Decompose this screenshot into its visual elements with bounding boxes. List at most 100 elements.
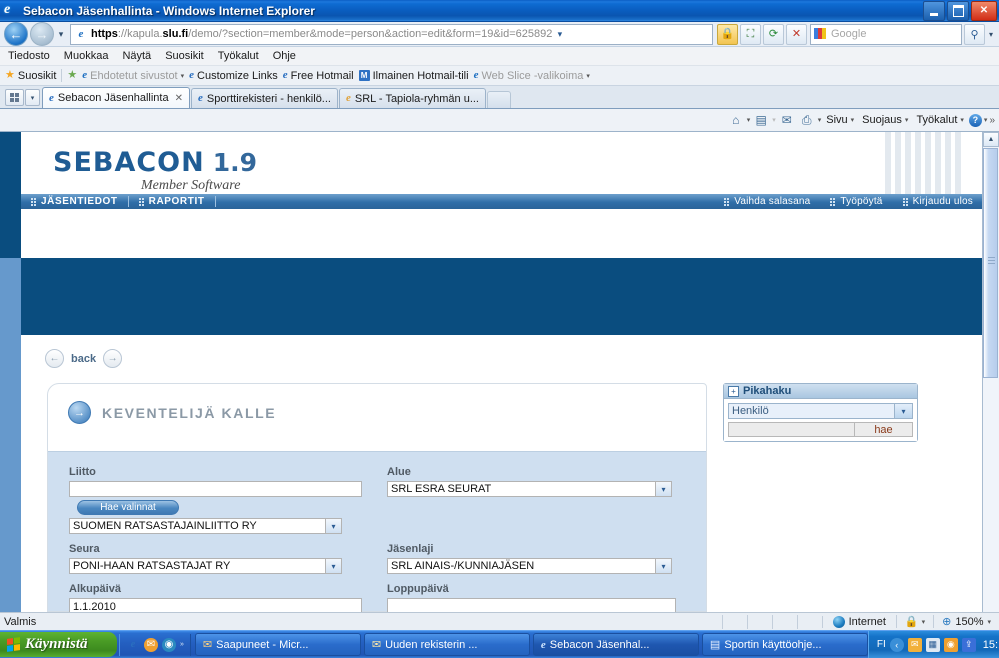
media-icon[interactable]: ◉	[162, 637, 176, 652]
restore-button[interactable]	[947, 1, 969, 21]
start-button[interactable]: Käynnistä	[0, 632, 117, 657]
chevron-down-icon[interactable]: ▾	[655, 559, 671, 573]
menu-item-tyokalut[interactable]: Työkalut	[218, 50, 259, 62]
person-panel: → KEVENTELIJÄ KALLE Liitto Hae valinnat …	[47, 383, 707, 612]
menu-item-suosikit[interactable]: Suosikit	[165, 50, 204, 62]
ie-icon: e	[473, 69, 479, 81]
seura-select[interactable]: PONI-HAAN RATSASTAJAT RY ▾	[69, 558, 342, 574]
back-prev-icon[interactable]: ←	[45, 349, 64, 368]
back-next-icon[interactable]: →	[103, 349, 123, 368]
quick-launch-overflow-icon[interactable]: »	[180, 641, 184, 648]
fav-item-ilmainen-hotmail[interactable]: M Ilmainen Hotmail-tili	[358, 70, 469, 82]
print-icon[interactable]: ⎙	[798, 111, 816, 129]
nav-item-raportit[interactable]: RAPORTIT	[129, 196, 215, 207]
compatibility-icon[interactable]: ⛶	[740, 23, 761, 45]
search-go-icon[interactable]: ⚲	[964, 23, 985, 45]
overflow-icon[interactable]: »	[989, 115, 995, 126]
address-dropdown-caret[interactable]: ▾	[552, 29, 567, 40]
loppupaiva-input[interactable]	[387, 598, 676, 612]
cmd-menu-sivu[interactable]: Sivu ▾	[823, 114, 857, 126]
home-caret-icon[interactable]: ▾	[747, 116, 751, 124]
ie-icon[interactable]: e	[126, 638, 140, 652]
nav-item-tyopoyta[interactable]: Työpöytä	[820, 196, 892, 207]
search-input[interactable]: Google	[831, 28, 866, 40]
nav-item-vaihda-salasana[interactable]: Vaihda salasana	[714, 196, 820, 207]
menu-item-tiedosto[interactable]: Tiedosto	[8, 50, 50, 62]
help-caret-icon[interactable]: ▾	[984, 116, 988, 124]
pikahaku-search-button[interactable]: hae	[855, 422, 913, 437]
feeds-icon[interactable]: ▤	[752, 111, 770, 129]
task-button-saapuneet[interactable]: ✉ Saapuneet - Micr...	[194, 633, 361, 656]
new-tab-button[interactable]	[487, 91, 511, 108]
minimize-button[interactable]	[923, 1, 945, 21]
stop-icon[interactable]: ✕	[786, 23, 807, 45]
refresh-icon[interactable]: ⟳	[763, 23, 784, 45]
liitto-input[interactable]	[69, 481, 362, 497]
nav-item-kirjaudu-ulos[interactable]: Kirjaudu ulos	[893, 196, 983, 207]
fav-item-customize-links[interactable]: e Customize Links	[189, 70, 278, 82]
nav-item-jasentiedot[interactable]: JÄSENTIEDOT	[21, 196, 128, 207]
menu-item-ohje[interactable]: Ohje	[273, 50, 296, 62]
home-icon[interactable]: ⌂	[727, 111, 745, 129]
chevron-down-icon[interactable]: ▾	[894, 404, 912, 418]
chevron-down-icon[interactable]: ▾	[586, 72, 590, 80]
network-icon[interactable]: ▦	[925, 637, 940, 652]
task-button-uuden-rekisterin[interactable]: ✉ Uuden rekisterin ...	[363, 633, 530, 656]
task-button-sebacon[interactable]: e Sebacon Jäsenhal...	[532, 633, 699, 656]
language-indicator[interactable]: FI	[877, 639, 886, 650]
alkupaiva-input[interactable]: 1.1.2010	[69, 598, 362, 612]
back-label[interactable]: back	[71, 353, 96, 365]
tab-sebacon[interactable]: e Sebacon Jäsenhallinta ✕	[42, 87, 190, 108]
search-box[interactable]: Google	[810, 23, 962, 45]
pikahaku-input[interactable]	[728, 422, 855, 437]
close-icon[interactable]: ✕	[175, 93, 183, 104]
recent-pages-caret[interactable]: ▾	[54, 29, 68, 40]
pikahaku-header[interactable]: + Pikahaku	[724, 384, 917, 399]
quick-tabs-icon[interactable]	[5, 89, 24, 106]
cmd-menu-tyokalut[interactable]: Työkalut ▾	[913, 114, 966, 126]
forward-button[interactable]: →	[30, 22, 54, 46]
close-button[interactable]: ✕	[971, 1, 997, 21]
fav-item-suggested-sites[interactable]: e Ehdotetut sivustot ▾	[82, 70, 184, 82]
clock[interactable]: 15:19	[983, 639, 999, 651]
chevron-down-icon[interactable]: ▾	[655, 482, 671, 496]
fav-item-free-hotmail[interactable]: e Free Hotmail	[283, 70, 354, 82]
liitto-select[interactable]: SUOMEN RATSASTAJAINLIITTO RY ▾	[69, 518, 342, 534]
scrollbar-thumb[interactable]	[983, 148, 998, 378]
alue-select[interactable]: SRL ESRA SEURAT ▾	[387, 481, 672, 497]
lock-icon[interactable]: 🔒	[717, 23, 738, 45]
menu-item-muokkaa[interactable]: Muokkaa	[64, 50, 109, 62]
page-scrollbar-vertical[interactable]: ▲	[982, 132, 999, 612]
hae-valinnat-button[interactable]: Hae valinnat	[77, 500, 179, 515]
expand-icon[interactable]: +	[728, 385, 739, 397]
messenger-icon[interactable]: ◉	[943, 637, 958, 652]
chevron-down-icon[interactable]: ▾	[181, 72, 185, 80]
chevron-down-icon[interactable]: ▾	[325, 559, 341, 573]
update-icon[interactable]: ⇪	[961, 637, 976, 652]
chevron-down-icon[interactable]: ▾	[325, 519, 341, 533]
tab-sporttirekisteri[interactable]: e Sporttirekisteri - henkilö...	[190, 88, 338, 108]
chevron-down-icon: ▾	[850, 117, 855, 124]
mail-icon[interactable]: ✉	[907, 637, 922, 652]
mail-icon: ✉	[371, 639, 382, 651]
pikahaku-type-select[interactable]: Henkilö ▾	[728, 403, 913, 419]
mail-icon[interactable]: ✉	[778, 111, 796, 129]
fav-item-web-slice[interactable]: e Web Slice -valikoima ▾	[474, 70, 590, 82]
menu-item-nayta[interactable]: Näytä	[122, 50, 151, 62]
cmd-menu-suojaus[interactable]: Suojaus ▾	[859, 114, 911, 126]
help-icon[interactable]: ?	[968, 113, 982, 127]
url-host-prefix: kapula.	[127, 28, 163, 40]
search-provider-caret[interactable]: ▾	[985, 30, 997, 39]
tray-overflow-icon[interactable]: ‹	[889, 637, 904, 652]
tab-srl[interactable]: e SRL - Tapiola-ryhmän u...	[338, 88, 486, 108]
address-input[interactable]: e https://kapula.slu.fi/demo/?section=me…	[70, 23, 713, 45]
task-button-sportin-kayttoohje[interactable]: ▤ Sportin käyttöohje...	[701, 633, 868, 656]
favorites-button[interactable]: ★ Suosikit	[5, 70, 56, 82]
mail-icon[interactable]: ✉	[144, 637, 158, 652]
add-to-favorites-button[interactable]: ★	[67, 70, 77, 81]
jasenlaji-select[interactable]: SRL AINAIS-/KUNNIAJÄSEN ▾	[387, 558, 672, 574]
tab-list-caret-icon[interactable]: ▾	[25, 89, 40, 106]
back-button[interactable]: ←	[4, 22, 28, 46]
scroll-up-icon[interactable]: ▲	[983, 132, 999, 147]
print-caret-icon[interactable]: ▾	[818, 116, 822, 124]
